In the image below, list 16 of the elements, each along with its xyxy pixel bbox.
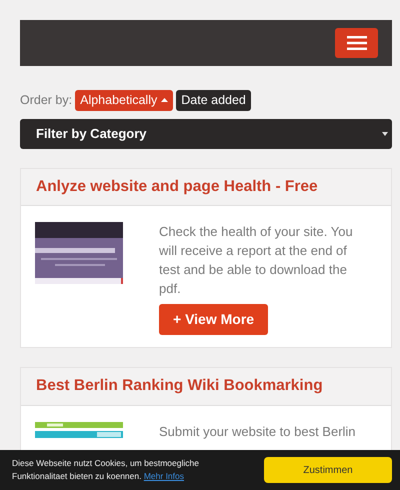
cookie-notice: Diese Webseite nutzt Cookies, um bestmoegliche Funktionalitaet bieten zu koennen. Mehr Infos xyxy=(12,457,200,483)
card-description: Submit your website to best Berlin xyxy=(159,422,356,441)
card-description: Check the health of your site. You will receive a report at the end of test and be able to download the pdf. xyxy=(159,223,354,298)
more-info-link[interactable]: Mehr Infos xyxy=(144,471,184,481)
menu-icon xyxy=(346,36,366,50)
sort-option[interactable]: Alphabetically xyxy=(75,90,174,111)
card-title: Anlyze website and page Health - Free xyxy=(36,178,319,196)
category-filter[interactable]: Filter by Category xyxy=(20,118,392,149)
sort-option[interactable]: Date added xyxy=(176,90,251,111)
menu-button[interactable] xyxy=(335,28,378,58)
order-by-label: Order by: xyxy=(20,92,72,109)
dropdown-caret-icon xyxy=(382,132,388,136)
sort-up-icon xyxy=(161,98,168,102)
view-more-button[interactable]: + View More xyxy=(159,304,268,336)
accept-button[interactable]: Zustimmen xyxy=(264,457,392,483)
card-title: Best Berlin Ranking Wiki Bookmarking xyxy=(36,377,324,396)
